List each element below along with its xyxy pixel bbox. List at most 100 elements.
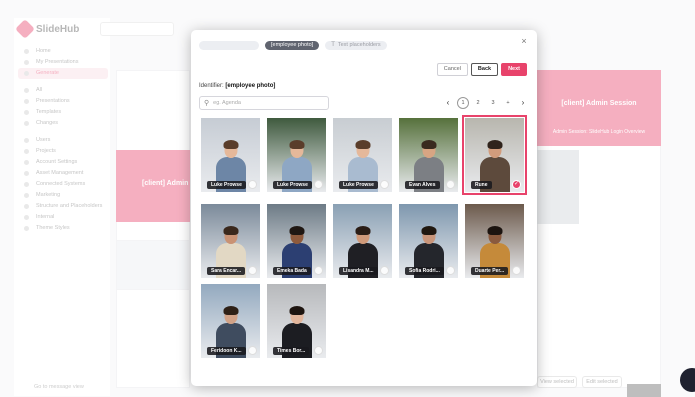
modal-actions: Cancel Back Next xyxy=(436,63,527,76)
sidebar-item[interactable]: Generate xyxy=(18,68,108,79)
select-check-icon[interactable] xyxy=(512,180,521,189)
employee-photo-card[interactable]: Lisandra M... xyxy=(333,204,392,278)
employee-name: Luke Prowse xyxy=(273,181,312,189)
slide-photo-placeholder xyxy=(537,150,579,224)
employee-photo-card[interactable]: Sara Encar... xyxy=(201,204,260,278)
sidebar-item[interactable]: Users xyxy=(18,135,108,146)
select-check-icon[interactable] xyxy=(314,346,323,355)
select-check-icon[interactable] xyxy=(512,266,521,275)
text-icon: T xyxy=(331,42,335,48)
employee-name: Lisandra M... xyxy=(339,267,378,275)
page-button[interactable]: + xyxy=(502,97,514,109)
sidebar-item[interactable]: Projects xyxy=(18,146,108,157)
portrait-hair xyxy=(487,140,502,149)
select-check-icon[interactable] xyxy=(314,266,323,275)
sidebar-item[interactable]: Changes xyxy=(18,118,108,129)
select-check-icon[interactable] xyxy=(380,266,389,275)
slide-banner-right: [client] Admin Session Admin Session: Sl… xyxy=(537,70,661,146)
employee-photo-card[interactable]: Times Bor... xyxy=(267,284,326,358)
sidebar-item[interactable]: All xyxy=(18,85,108,96)
placeholder-tab-label: Text placeholders xyxy=(337,42,381,48)
sidebar-item[interactable]: My Presentations xyxy=(18,57,108,68)
sidebar-item[interactable]: Marketing xyxy=(18,190,108,201)
employee-photo-card[interactable]: Evan Alves xyxy=(399,118,458,192)
portrait-hair xyxy=(421,226,436,235)
employee-name: Sara Encar... xyxy=(207,267,246,275)
slide-title-right: [client] Admin Session xyxy=(561,100,637,107)
sidebar-item[interactable]: Account Settings xyxy=(18,157,108,168)
placeholder-tab[interactable]: T Text placeholders xyxy=(325,41,387,50)
cancel-button[interactable]: Cancel xyxy=(436,63,468,76)
sidebar-item[interactable]: Structure and Placeholders xyxy=(18,201,108,212)
portrait-hair xyxy=(355,226,370,235)
employee-name: Duarte Per... xyxy=(471,267,509,275)
slide-title-left: [client] Admin xyxy=(142,180,189,187)
select-check-icon[interactable] xyxy=(248,346,257,355)
search-icon: ⚲ xyxy=(204,100,210,107)
select-check-icon[interactable] xyxy=(248,180,257,189)
portrait-hair xyxy=(289,140,304,149)
placeholder-tab-label: [employee photo] xyxy=(271,42,314,48)
employee-photo-card[interactable]: Luke Prowse xyxy=(333,118,392,192)
employee-photo-card[interactable]: Luke Prowse xyxy=(267,118,326,192)
select-check-icon[interactable] xyxy=(446,180,455,189)
sidebar: SlideHub Home My Presentations Generate All… xyxy=(14,18,110,396)
portrait-hair xyxy=(487,226,502,235)
back-button[interactable]: Back xyxy=(470,63,499,76)
employee-photo-card[interactable]: Luke Prowse xyxy=(201,118,260,192)
brand-name: SlideHub xyxy=(36,23,80,35)
select-check-icon[interactable] xyxy=(380,180,389,189)
employee-photo-card[interactable]: Feridoon K... xyxy=(201,284,260,358)
identifier-line: Identifier: [employee photo] xyxy=(199,83,275,89)
employee-name: Sofia Rodri... xyxy=(405,267,444,275)
sidebar-footer-link[interactable]: Go to message view xyxy=(34,384,84,390)
sidebar-item[interactable]: Presentations xyxy=(18,96,108,107)
page-button[interactable]: 1 xyxy=(457,97,469,109)
employee-name: Feridoon K... xyxy=(207,347,246,355)
pagination: ‹ 1 2 3 + › xyxy=(442,97,529,109)
footer-action-button[interactable] xyxy=(627,384,661,397)
app-search-input[interactable] xyxy=(100,22,174,36)
brand: SlideHub xyxy=(15,19,80,39)
photo-search-input[interactable] xyxy=(213,100,324,106)
close-icon[interactable]: × xyxy=(519,36,529,46)
select-check-icon[interactable] xyxy=(446,266,455,275)
page-button[interactable]: 3 xyxy=(487,97,499,109)
employee-photo-card[interactable]: Rune xyxy=(462,115,527,195)
sidebar-item[interactable]: Asset Management xyxy=(18,168,108,179)
placeholder-tab[interactable]: [employee photo] xyxy=(265,41,320,50)
employee-name: Rune xyxy=(471,181,492,189)
brand-logo-icon xyxy=(15,19,35,39)
next-button[interactable]: Next xyxy=(501,63,527,76)
employee-name: Luke Prowse xyxy=(339,181,378,189)
identifier-label: Identifier: xyxy=(199,83,224,89)
employee-name: Times Bor... xyxy=(273,347,310,355)
identifier-value: [employee photo] xyxy=(225,83,276,89)
portrait-hair xyxy=(289,226,304,235)
portrait-hair xyxy=(223,140,238,149)
photo-search[interactable]: ⚲ xyxy=(199,96,329,110)
view-selected-button[interactable]: View selected xyxy=(537,376,577,388)
chevron-left-icon[interactable]: ‹ xyxy=(442,97,454,109)
sidebar-item[interactable]: Templates xyxy=(18,107,108,118)
sidebar-item[interactable]: Theme Styles xyxy=(18,223,108,234)
select-check-icon[interactable] xyxy=(248,266,257,275)
placeholder-tab[interactable] xyxy=(199,41,259,50)
chevron-right-icon[interactable]: › xyxy=(517,97,529,109)
employee-photo-card[interactable]: Sofia Rodri... xyxy=(399,204,458,278)
employee-name: Emeka Bada xyxy=(273,267,311,275)
slide-preview-card xyxy=(116,240,190,290)
employee-photo-card[interactable]: Duarte Per... xyxy=(465,204,524,278)
edit-selected-button[interactable]: Edit selected xyxy=(582,376,622,388)
select-check-icon[interactable] xyxy=(314,180,323,189)
sidebar-item[interactable]: Internal xyxy=(18,212,108,223)
sidebar-item[interactable]: Connected Systems xyxy=(18,179,108,190)
placeholder-picker-modal: × [employee photo] T Text placeholders Can… xyxy=(191,30,537,386)
placeholder-tabs: [employee photo] T Text placeholders xyxy=(199,41,387,50)
sidebar-item[interactable]: Home xyxy=(18,46,108,57)
portrait-hair xyxy=(223,226,238,235)
employee-photo-card[interactable]: Emeka Bada xyxy=(267,204,326,278)
slide-thumbnail-left[interactable]: [client] Admin xyxy=(116,150,190,222)
portrait-hair xyxy=(289,306,304,315)
page-button[interactable]: 2 xyxy=(472,97,484,109)
